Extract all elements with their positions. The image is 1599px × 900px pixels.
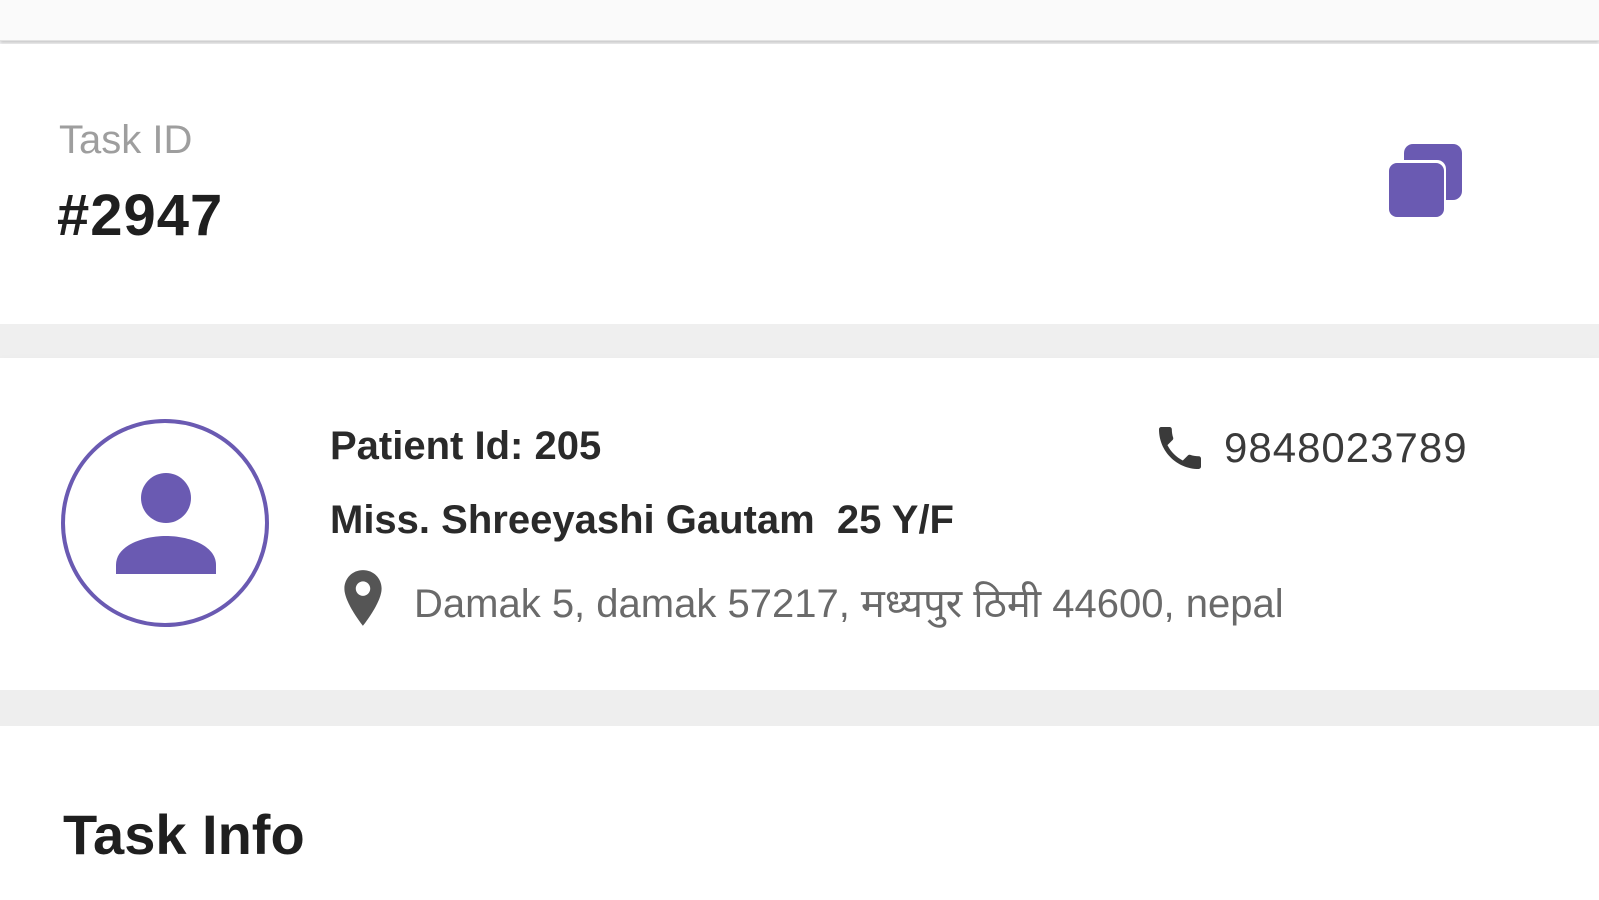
patient-id-text: Patient Id: 205 — [330, 424, 602, 468]
task-info-title: Task Info — [63, 803, 305, 866]
location-pin-icon — [338, 568, 388, 630]
patient-phone-number[interactable]: 9848023789 — [1224, 424, 1468, 472]
task-detail-page: Task ID #2947 Patient Id: 205 Miss. Shre… — [0, 0, 1599, 900]
copy-task-id-button[interactable] — [1378, 138, 1470, 226]
patient-name-text: Miss. Shreeyashi Gautam 25 Y/F — [330, 498, 954, 542]
section-divider — [0, 690, 1599, 726]
phone-icon[interactable] — [1152, 420, 1208, 476]
patient-avatar — [60, 418, 270, 628]
patient-address: Damak 5, damak 57217, मध्यपुर ठिमी 44600… — [414, 582, 1284, 626]
task-id-card — [0, 44, 1599, 324]
person-avatar-icon — [61, 419, 269, 627]
copy-icon — [1386, 144, 1462, 218]
section-divider — [0, 324, 1599, 358]
app-bar — [0, 0, 1599, 41]
task-id-value: #2947 — [57, 183, 224, 248]
task-id-label: Task ID — [59, 118, 193, 162]
